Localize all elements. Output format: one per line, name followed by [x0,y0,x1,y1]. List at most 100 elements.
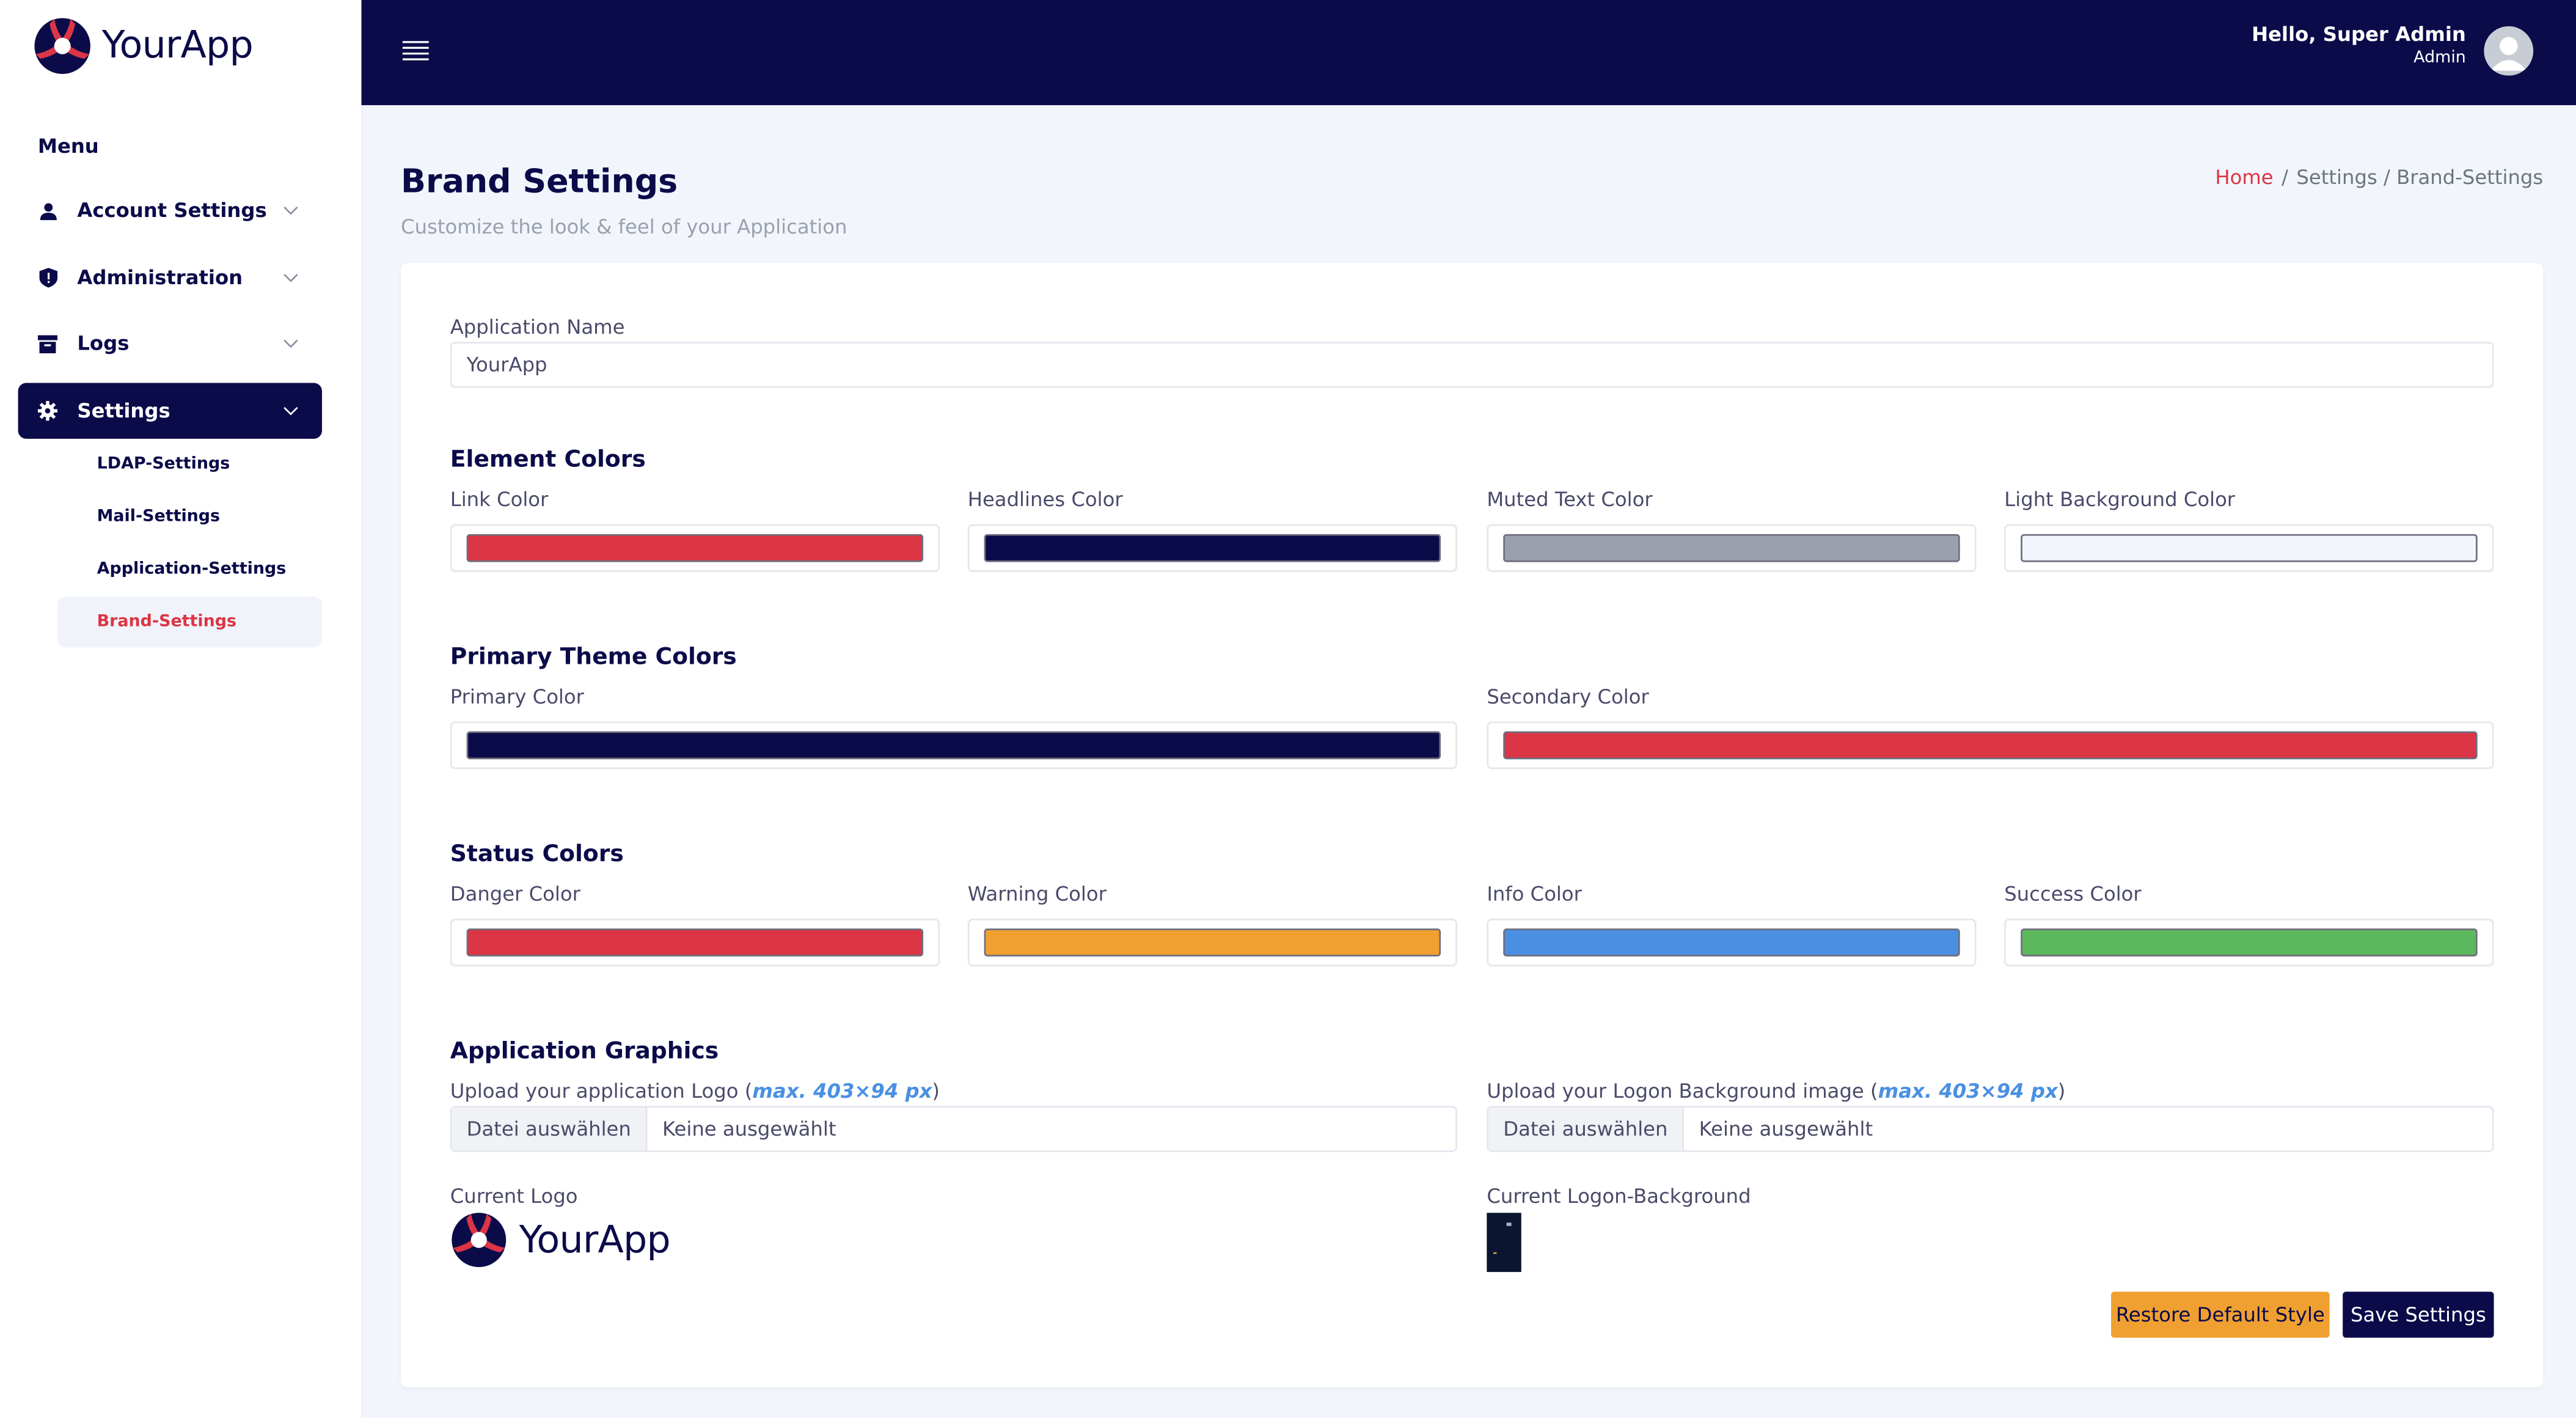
shield-icon [38,268,57,288]
warning-color-picker[interactable] [967,919,1457,967]
sidebar-subitem-label: LDAP-Settings [97,455,230,474]
sidebar-subitem-ldap-settings[interactable]: LDAP-Settings [57,439,322,490]
sidebar-item-logs[interactable]: Logs [18,315,322,371]
bg-file-input[interactable]: Datei auswählen Keine ausgewählt [1487,1106,2494,1152]
sidebar-item-label: Administration [77,266,243,290]
secondary-color-picker[interactable] [1487,721,2494,770]
danger-color-label: Danger Color [450,882,580,906]
primary-color-picker[interactable] [450,721,1457,770]
app-name: YourApp [101,24,254,68]
muted-text-color-label: Muted Text Color [1487,488,1653,512]
sidebar-item-settings[interactable]: Settings [18,383,323,439]
success-color-label: Success Color [2004,882,2142,906]
color-swatch [2021,928,2478,957]
color-swatch [1503,928,1960,957]
sidebar-subitem-mail-settings[interactable]: Mail-Settings [57,491,322,542]
info-color-picker[interactable] [1487,919,1977,967]
sidebar-item-label: Settings [77,399,170,423]
logo-upload-label-prefix: Upload your application Logo ( [450,1079,753,1103]
logo-file-status: Keine ausgewählt [662,1117,836,1141]
user-role: Admin [2413,49,2466,68]
color-swatch [466,731,1441,760]
application-graphics-heading: Application Graphics [450,1038,719,1065]
current-logo-label: Current Logo [450,1185,578,1208]
link-color-label: Link Color [450,488,549,512]
chevron-down-icon [284,206,298,215]
color-swatch [466,534,924,562]
user-name: Hello, Super Admin [2252,23,2466,46]
gear-icon [37,401,58,421]
sidebar-subitem-application-settings[interactable]: Application-Settings [57,544,322,595]
primary-color-label: Primary Color [450,685,584,708]
sidebar-subitem-brand-settings[interactable]: Brand-Settings [57,597,323,648]
secondary-color-label: Secondary Color [1487,685,1649,708]
hamburger-menu-icon[interactable] [402,40,429,63]
element-colors-heading: Element Colors [450,447,646,474]
bg-upload-hint: max. 403×94 px [1878,1079,2058,1103]
muted-text-color-picker[interactable] [1487,524,1977,572]
current-logo-preview: YourApp [450,1211,671,1269]
sidebar-item-label: Logs [77,332,130,355]
status-colors-heading: Status Colors [450,841,624,868]
sidebar-subitem-label: Application-Settings [97,560,287,579]
current-logo-text: YourApp [519,1218,671,1262]
save-settings-button[interactable]: Save Settings [2343,1291,2494,1338]
sidebar: YourApp Menu Account Settings Administra… [0,0,364,1418]
breadcrumb-separator: / [2281,166,2288,189]
avatar[interactable] [2484,26,2534,76]
light-background-color-picker[interactable] [2004,524,2494,572]
sidebar-item-label: Account Settings [77,199,267,222]
logo-upload-label: Upload your application Logo (max. 403×9… [450,1080,940,1103]
breadcrumb-path: Settings / Brand-Settings [2296,166,2544,189]
bg-file-status: Keine ausgewählt [1699,1117,1873,1141]
danger-color-picker[interactable] [450,919,940,967]
bg-upload-label-suffix: ) [2057,1079,2066,1103]
color-swatch [984,928,1441,957]
breadcrumb-home-link[interactable]: Home [2215,166,2273,189]
info-color-label: Info Color [1487,882,1582,906]
bg-upload-label: Upload your Logon Background image (max.… [1487,1080,2065,1103]
logo-upload-label-suffix: ) [932,1079,940,1103]
primary-theme-colors-heading: Primary Theme Colors [450,644,737,671]
color-swatch [1503,534,1960,562]
headlines-color-label: Headlines Color [967,488,1123,512]
logo-upload-hint: max. 403×94 px [752,1079,932,1103]
chevron-down-icon [284,274,298,282]
sidebar-subitem-label: Brand-Settings [97,612,237,631]
page-title: Brand Settings [401,161,678,201]
bg-upload-label-prefix: Upload your Logon Background image ( [1487,1079,1878,1103]
current-logon-background-thumbnail [1487,1213,1521,1273]
current-logon-background-label: Current Logon-Background [1487,1185,1751,1208]
user-icon [38,200,57,220]
sidebar-item-administration[interactable]: Administration [18,250,322,306]
chevron-down-icon [284,339,298,348]
archive-icon [37,334,58,353]
color-swatch [984,534,1441,562]
topbar: Hello, Super Admin Admin [361,0,2576,106]
headlines-color-picker[interactable] [967,524,1457,572]
sidebar-subitem-label: Mail-Settings [97,507,221,526]
restore-default-style-button[interactable]: Restore Default Style [2111,1291,2330,1338]
bg-choose-file-button[interactable]: Datei auswählen [1488,1108,1685,1151]
logo-mark-icon [452,1213,507,1268]
color-swatch [466,928,924,957]
logo-choose-file-button[interactable]: Datei auswählen [452,1108,648,1151]
sidebar-item-account-settings[interactable]: Account Settings [18,182,322,238]
app-name-input[interactable]: YourApp [450,342,2494,388]
link-color-picker[interactable] [450,524,940,572]
color-swatch [1503,731,2478,760]
logo-file-input[interactable]: Datei auswählen Keine ausgewählt [450,1106,1457,1152]
menu-title: Menu [37,134,99,158]
chevron-down-icon [284,406,298,416]
light-background-color-label: Light Background Color [2004,488,2236,512]
user-greeting[interactable]: Hello, Super Admin Admin [2252,23,2466,68]
user-avatar-icon [2484,26,2534,76]
app-logo[interactable]: YourApp [33,17,254,76]
color-swatch [2021,534,2478,562]
warning-color-label: Warning Color [967,882,1107,906]
breadcrumb: Home / Settings / Brand-Settings [2215,166,2543,189]
app-name-label: Application Name [450,315,625,339]
success-color-picker[interactable] [2004,919,2494,967]
page-subtitle: Customize the look & feel of your Applic… [401,215,847,238]
logo-mark-icon [34,18,90,74]
